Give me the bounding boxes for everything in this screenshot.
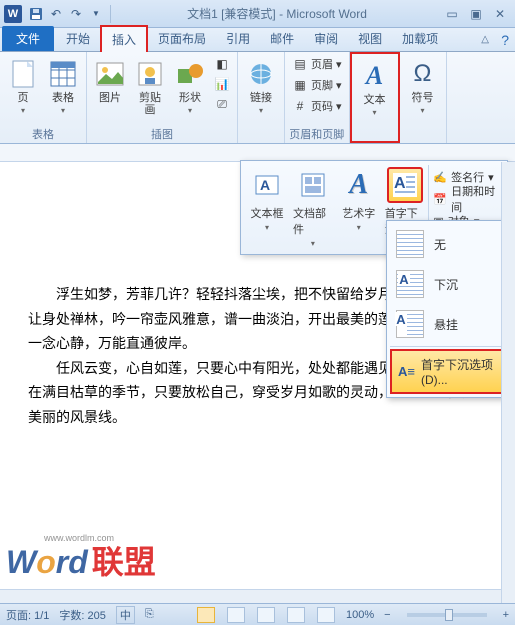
watermark-logo: www.wordlm.com Word 联盟	[6, 537, 156, 583]
dropcap-dropped-icon: A	[396, 270, 424, 298]
close-icon[interactable]: ✕	[489, 6, 511, 22]
view-draft[interactable]	[317, 607, 335, 623]
svg-text:A: A	[394, 175, 406, 192]
text-icon: A	[359, 60, 391, 92]
text-button[interactable]: A 文本▾	[356, 57, 394, 120]
tab-file[interactable]: 文件	[2, 26, 54, 51]
chart-icon: 📊	[214, 76, 230, 92]
horizontal-scrollbar[interactable]	[0, 589, 501, 603]
qat-dropdown-icon[interactable]: ▼	[87, 5, 105, 23]
pagenumber-button[interactable]: #页码 ▾	[289, 97, 345, 115]
group-header-footer: ▤页眉 ▾ ▦页脚 ▾ #页码 ▾ 页眉和页脚	[285, 52, 350, 143]
dropcap-dropped[interactable]: A 下沉	[390, 264, 504, 304]
footer-icon: ▦	[292, 77, 308, 93]
svg-text:A: A	[260, 177, 270, 193]
zoom-out-icon[interactable]: −	[384, 609, 390, 621]
minimize-ribbon-icon[interactable]: △	[481, 34, 489, 45]
tab-mailings[interactable]: 邮件	[260, 26, 304, 51]
redo-icon[interactable]: ↷	[67, 5, 85, 23]
shapes-button[interactable]: 形状▾	[171, 55, 209, 118]
header-icon: ▤	[292, 56, 308, 72]
dropcap-menu: 无 A 下沉 A 悬挂 A≡ 首字下沉选项(D)...	[386, 220, 508, 398]
dropcap-margin[interactable]: A 悬挂	[390, 304, 504, 344]
status-insert-icon[interactable]: ⎘	[145, 608, 154, 621]
minimize-icon[interactable]: ▭	[441, 6, 463, 22]
links-button[interactable]: 链接▾	[242, 55, 280, 118]
view-print-layout[interactable]	[197, 607, 215, 623]
picture-button[interactable]: 图片	[91, 55, 129, 107]
ribbon: 页▾ 表格▾ 表格 图片 剪贴画 形状▾ ◧ 📊	[0, 52, 515, 144]
group-links: 链接▾	[238, 52, 285, 143]
quickparts-icon	[295, 167, 331, 203]
screenshot-button[interactable]: ⎚	[211, 95, 233, 113]
group-pages: 页▾ 表格▾ 表格	[0, 52, 87, 143]
chart-button[interactable]: 📊	[211, 75, 233, 93]
zoom-level[interactable]: 100%	[346, 609, 374, 621]
group-label-hf: 页眉和页脚	[289, 125, 345, 142]
clipart-button[interactable]: 剪贴画	[131, 55, 169, 119]
tab-review[interactable]: 审阅	[304, 26, 348, 51]
group-illustrations: 图片 剪贴画 形状▾ ◧ 📊 ⎚ 插图	[87, 52, 238, 143]
smartart-button[interactable]: ◧	[211, 55, 233, 73]
help-icon[interactable]: ?	[501, 32, 509, 48]
window-title: 文档1 [兼容模式] - Microsoft Word	[115, 5, 439, 22]
view-outline[interactable]	[287, 607, 305, 623]
tab-references[interactable]: 引用	[216, 26, 260, 51]
tab-home[interactable]: 开始	[56, 26, 100, 51]
pageno-icon: #	[292, 98, 308, 114]
dropcap-options[interactable]: A≡ 首字下沉选项(D)...	[390, 349, 504, 394]
dropcap-options-icon: A≡	[398, 364, 415, 379]
maximize-icon[interactable]: ▣	[465, 6, 487, 22]
shapes-icon	[174, 58, 206, 90]
wordart-button[interactable]: A 艺术字▾	[337, 165, 381, 250]
dropcap-icon: A	[387, 167, 423, 203]
titlebar: W ↶ ↷ ▼ 文档1 [兼容模式] - Microsoft Word ▭ ▣ …	[0, 0, 515, 28]
word-app-icon: W	[4, 5, 22, 23]
group-text: A 文本▾	[350, 52, 400, 143]
page-icon	[7, 58, 39, 90]
group-symbols: Ω 符号▾	[400, 52, 447, 143]
screenshot-icon: ⎚	[214, 96, 230, 112]
wordart-icon: A	[341, 167, 377, 203]
dropcap-none-icon	[396, 230, 424, 258]
zoom-in-icon[interactable]: +	[503, 609, 509, 621]
group-label-tables: 表格	[4, 125, 82, 142]
textbox-icon: A	[249, 167, 285, 203]
view-fullscreen[interactable]	[227, 607, 245, 623]
tab-addins[interactable]: 加载项	[392, 26, 448, 51]
statusbar: 页面: 1/1 字数: 205 中 ⎘ 100% − +	[0, 603, 515, 625]
dropcap-margin-icon: A	[396, 310, 424, 338]
smartart-icon: ◧	[214, 56, 230, 72]
pages-button[interactable]: 页▾	[4, 55, 42, 118]
tab-layout[interactable]: 页面布局	[148, 26, 216, 51]
tab-view[interactable]: 视图	[348, 26, 392, 51]
signature-icon: ✍	[433, 171, 447, 184]
tab-insert[interactable]: 插入	[100, 25, 148, 52]
undo-icon[interactable]: ↶	[47, 5, 65, 23]
ribbon-tabs: 文件 开始 插入 页面布局 引用 邮件 审阅 视图 加载项 △ ?	[0, 28, 515, 52]
status-lang[interactable]: 中	[116, 606, 135, 624]
omega-icon: Ω	[407, 58, 439, 90]
footer-button[interactable]: ▦页脚 ▾	[289, 76, 345, 94]
dropcap-none[interactable]: 无	[390, 224, 504, 264]
quickparts-button[interactable]: 文档部件▾	[289, 165, 337, 250]
group-label-illus: 插图	[91, 125, 233, 142]
status-words[interactable]: 字数: 205	[59, 607, 105, 623]
textbox-button[interactable]: A 文本框▾	[245, 165, 289, 250]
symbols-button[interactable]: Ω 符号▾	[404, 55, 442, 118]
vertical-scrollbar[interactable]	[501, 162, 515, 603]
clipart-icon	[134, 58, 166, 90]
datetime-button[interactable]: 📅日期和时间	[433, 189, 499, 209]
table-icon	[47, 58, 79, 90]
table-button[interactable]: 表格▾	[44, 55, 82, 118]
save-icon[interactable]	[27, 5, 45, 23]
picture-icon	[94, 58, 126, 90]
datetime-icon: 📅	[433, 193, 447, 206]
zoom-slider[interactable]	[407, 613, 487, 617]
header-button[interactable]: ▤页眉 ▾	[289, 55, 345, 73]
link-icon	[245, 58, 277, 90]
view-web[interactable]	[257, 607, 275, 623]
status-page[interactable]: 页面: 1/1	[6, 607, 49, 623]
